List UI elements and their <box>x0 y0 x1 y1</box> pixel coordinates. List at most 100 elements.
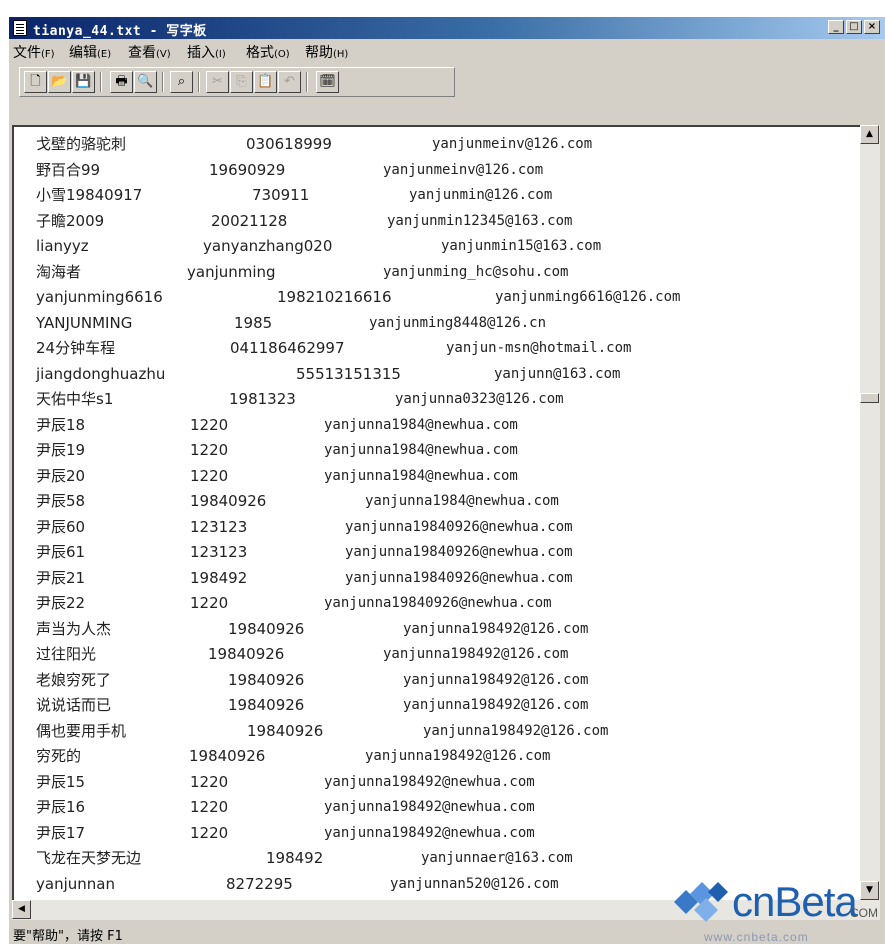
menu-item-0[interactable]: 文件(F) <box>13 42 55 62</box>
line-username: YANJUNMING <box>36 313 133 332</box>
line-email: yanjunna198492@126.com <box>423 722 609 739</box>
line-password: 198210216616 <box>277 288 392 306</box>
line-username: 过往阳光 <box>36 645 97 663</box>
menu-item-label: 文件 <box>13 45 41 61</box>
line-email: yanjunna198492@newhua.com <box>324 824 535 841</box>
line-username: 尹辰16 <box>36 798 86 816</box>
line-password: 030618999 <box>246 135 332 153</box>
toolbar-separator <box>306 72 308 92</box>
line-password: 041186462997 <box>230 339 345 357</box>
line-username: 穷死的 <box>36 747 82 765</box>
line-username: 飞龙在天梦无边 <box>36 849 142 867</box>
minimize-button[interactable]: _ <box>828 20 844 34</box>
line-email: yanjunna1984@newhua.com <box>324 442 518 458</box>
line-email: yanjunna19840926@newhua.com <box>324 595 552 611</box>
line-password: 1220 <box>190 823 229 842</box>
line-email: yanjunna19840926@newhua.com <box>345 569 573 586</box>
line-username: 尹辰60 <box>36 517 86 536</box>
line-email: yanjunna1984@newhua.com <box>324 467 518 484</box>
line-password: 19840926 <box>228 696 305 714</box>
print-preview-icon[interactable]: 🔍 <box>134 71 157 93</box>
menu-item-label: 格式 <box>246 45 274 61</box>
cnbeta-url: www.cnbeta.com <box>704 930 809 944</box>
line-username: yanjunnan <box>36 874 115 893</box>
line-username: 老娘穷死了 <box>36 670 112 689</box>
line-email: yanjunna198492@126.com <box>383 646 569 662</box>
line-email: yanjunnaer@163.com <box>421 850 573 866</box>
line-username: 偶也要用手机 <box>36 721 127 740</box>
save-icon[interactable]: 💾 <box>72 71 95 93</box>
line-username: 尹辰18 <box>36 415 86 434</box>
status-text: 要"帮助"，请按 F1 <box>13 929 123 944</box>
insert-datetime-icon[interactable]: 🗓 <box>316 71 339 93</box>
toolbar-separator <box>162 72 164 92</box>
menu-item-accelerator: (E) <box>97 49 112 60</box>
line-password: 19840926 <box>190 492 267 510</box>
menu-item-accelerator: (I) <box>215 49 226 60</box>
paste-icon[interactable]: 📋 <box>254 71 277 93</box>
menu-item-3[interactable]: 插入(I) <box>187 42 226 62</box>
menu-item-4[interactable]: 格式(O) <box>246 42 290 62</box>
menu-item-label: 编辑 <box>69 45 97 61</box>
line-username: 尹辰15 <box>36 772 86 791</box>
line-email: yanjunnan520@126.com <box>390 875 559 892</box>
undo-icon[interactable]: ↶ <box>278 71 301 93</box>
maximize-button[interactable]: □ <box>846 20 862 34</box>
line-username: 声当为人杰 <box>36 619 112 638</box>
line-username: 野百合99 <box>36 160 101 179</box>
line-password: 1220 <box>190 772 229 791</box>
line-email: yanjunming8448@126.cn <box>369 314 547 331</box>
menu-item-1[interactable]: 编辑(E) <box>69 42 111 62</box>
window-title: tianya_44.txt - 写字板 <box>33 24 207 39</box>
line-username: yanjunming6616 <box>36 288 163 306</box>
title-bar[interactable]: tianya_44.txt - 写字板 _ □ × <box>9 17 885 39</box>
line-email: yanjunming6616@126.com <box>495 289 681 305</box>
open-folder-icon[interactable]: 📂 <box>48 71 71 93</box>
find-icon[interactable]: ⌕ <box>170 71 193 93</box>
line-password: 1981323 <box>229 390 296 408</box>
line-password: 19840926 <box>247 721 324 740</box>
menu-item-5[interactable]: 帮助(H) <box>305 42 348 62</box>
document-icon[interactable] <box>13 20 27 36</box>
line-password: yanyanzhang020 <box>203 237 333 255</box>
new-document-icon[interactable]: 🗋 <box>24 71 47 93</box>
line-username: 淘海者 <box>36 262 82 281</box>
cut-icon[interactable]: ✂ <box>206 71 229 93</box>
document-text-area[interactable]: 戈壁的骆驼刺 030618999 yanjunmeinv@126.com 野百合99 1… <box>12 125 860 900</box>
line-password: 123123 <box>190 543 248 561</box>
line-username: 小雪19840917 <box>36 186 143 204</box>
line-password: 20021128 <box>211 211 288 230</box>
line-password: 1220 <box>190 466 229 485</box>
toolbar-separator <box>100 72 102 92</box>
print-icon[interactable]: 🖶 <box>110 71 133 93</box>
line-email: yanjunmin12345@163.com <box>387 212 573 229</box>
scroll-left-button[interactable]: ◀ <box>12 900 31 919</box>
line-email: yanjunming_hc@sohu.com <box>383 263 569 280</box>
line-email: yanjunna0323@126.com <box>395 391 564 407</box>
wordpad-window: tianya_44.txt - 写字板 _ □ × 文件(F) 编辑(E) 查看(V… <box>8 16 885 944</box>
close-button[interactable]: × <box>864 20 880 34</box>
menu-bar: 文件(F) 编辑(E) 查看(V) 插入(I) 格式(O) 帮助(H) <box>9 39 885 61</box>
menu-item-label: 帮助 <box>305 45 333 61</box>
cnbeta-watermark: cnBeta COM www.cnbeta.com <box>660 872 885 944</box>
line-username: 尹辰17 <box>36 823 86 842</box>
vertical-scroll-thumb[interactable] <box>860 393 879 403</box>
line-username: 戈壁的骆驼刺 <box>36 135 127 153</box>
menu-item-accelerator: (V) <box>156 49 171 60</box>
cnbeta-brand: cnBeta <box>732 878 858 925</box>
line-username: 尹辰61 <box>36 543 86 561</box>
menu-item-accelerator: (F) <box>41 49 55 60</box>
copy-icon[interactable]: ⎘ <box>230 71 253 93</box>
line-password: 1985 <box>234 313 273 332</box>
vertical-scrollbar[interactable]: ▲ ▼ <box>860 125 880 900</box>
line-email: yanjunna198492@newhua.com <box>324 799 535 815</box>
scroll-up-button[interactable]: ▲ <box>860 125 879 144</box>
line-email: yanjunna19840926@newhua.com <box>345 544 573 560</box>
line-email: yanjunmin@126.com <box>409 187 553 203</box>
line-email: yanjun-msn@hotmail.com <box>446 340 632 356</box>
line-password: 1220 <box>190 798 229 816</box>
menu-item-accelerator: (O) <box>274 49 290 60</box>
line-password: 19840926 <box>189 747 266 765</box>
menu-item-2[interactable]: 查看(V) <box>128 42 171 62</box>
toolbar: 🗋 📂 💾 🖶 🔍 ⌕ ✂ ⎘ 📋 ↶ 🗓 <box>19 67 455 97</box>
